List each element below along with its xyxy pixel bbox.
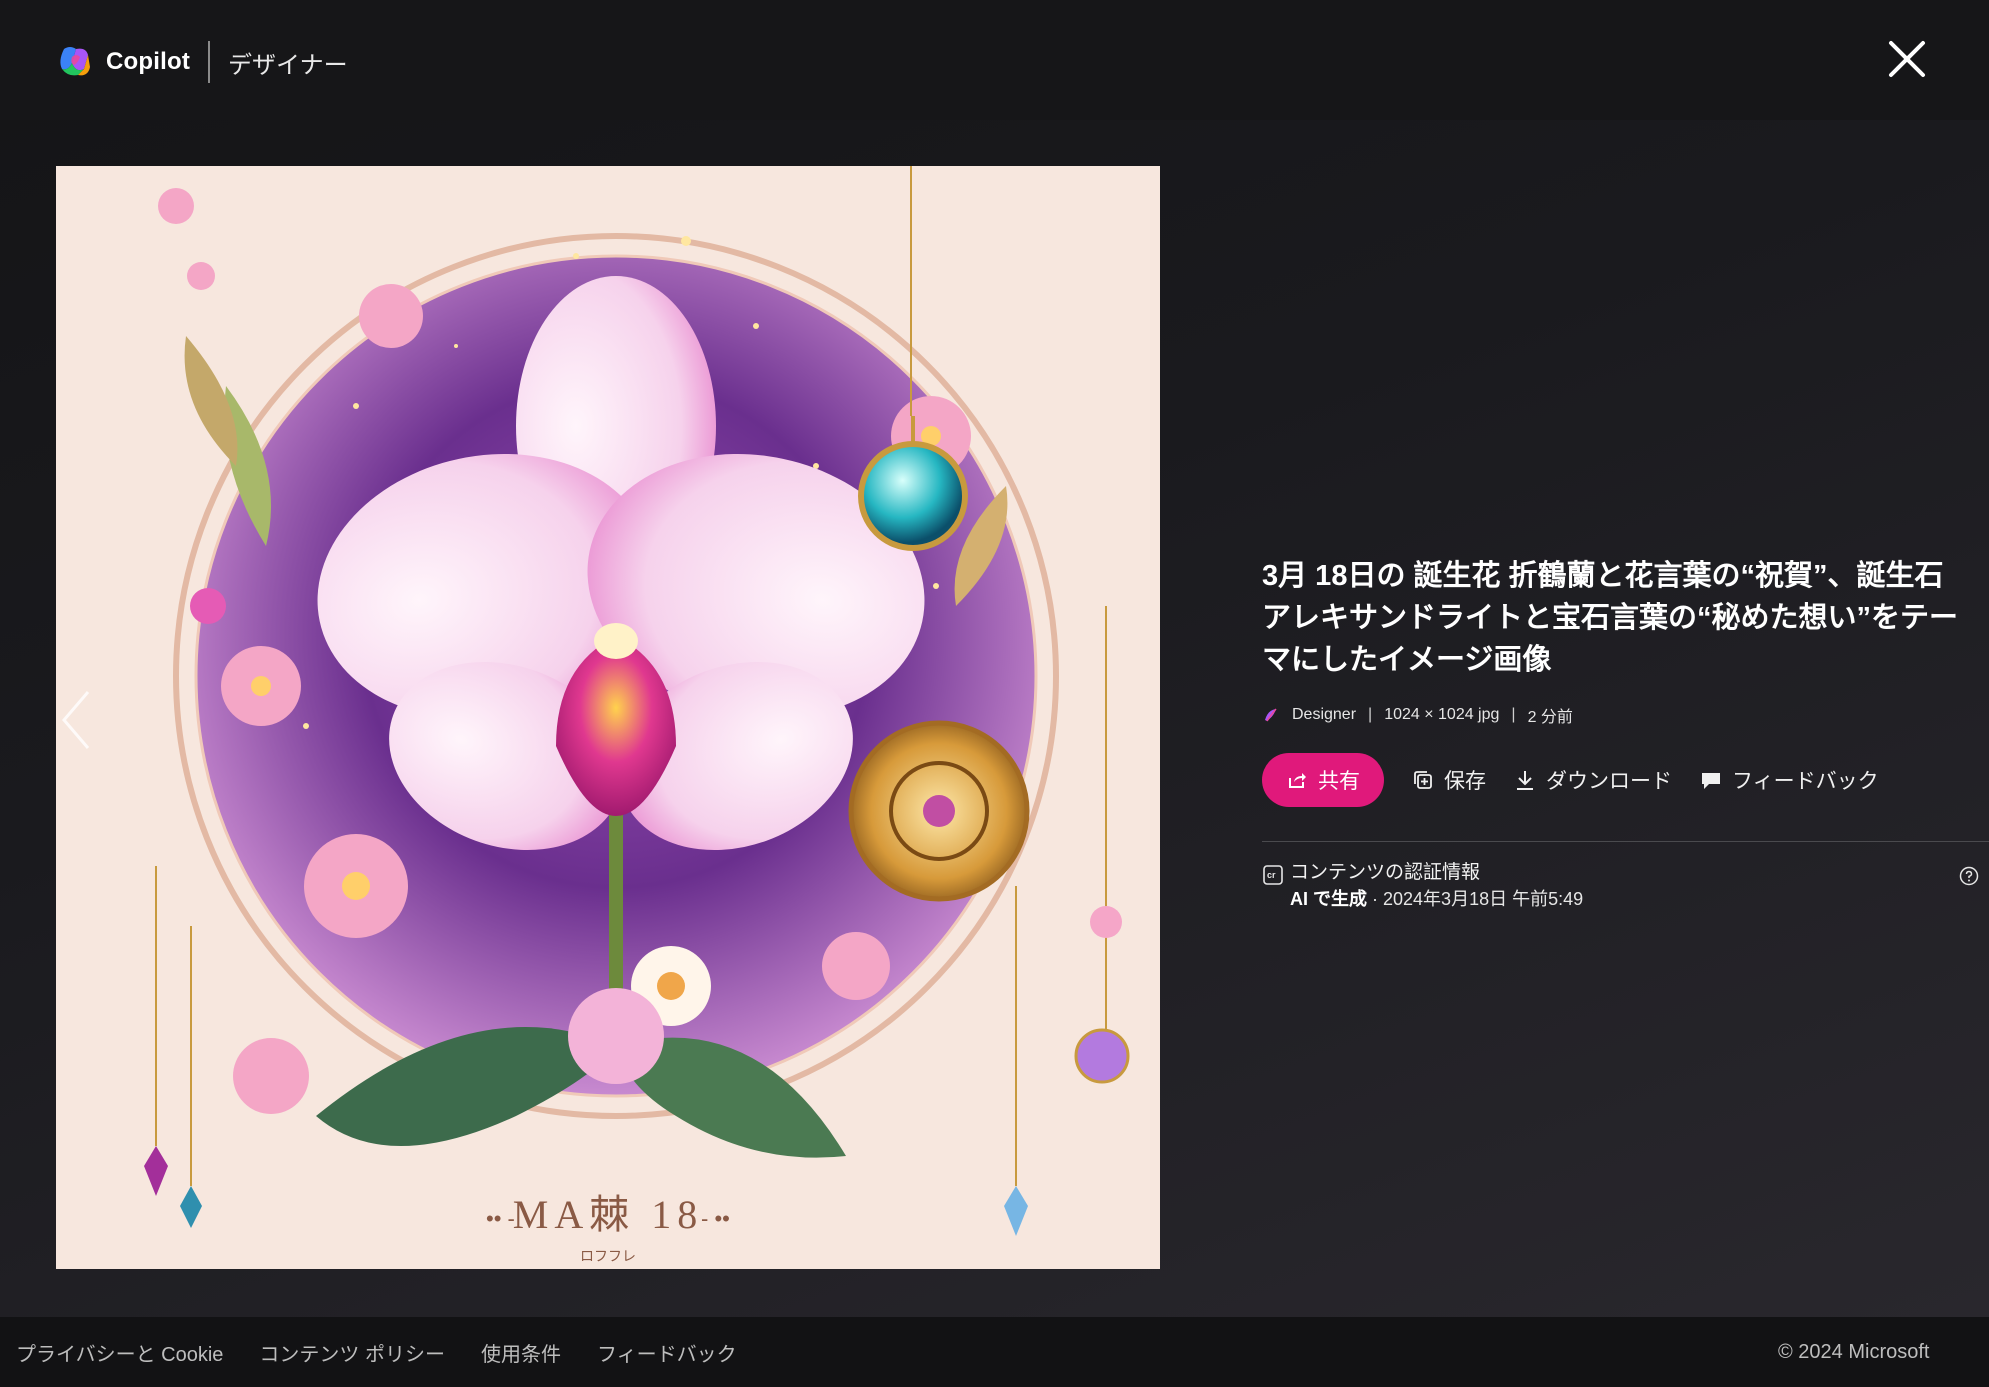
product-name: デザイナー	[228, 51, 348, 79]
caption-ornament-right: - ••	[701, 1206, 730, 1231]
chevron-left-icon[interactable]	[58, 688, 94, 752]
divider	[1262, 841, 1989, 842]
footer-link-content-policy[interactable]: コンテンツ ポリシー	[259, 1338, 445, 1367]
copyright: © 2024 Microsoft	[1778, 1341, 1930, 1363]
download-icon	[1517, 771, 1533, 790]
footer-link-feedback[interactable]: フィードバック	[597, 1338, 737, 1367]
share-button[interactable]: 共有	[1262, 753, 1384, 807]
image-caption: MA棘 18	[513, 1192, 703, 1237]
image-meta: Designer | 1024 × 1024 jpg | 2 分前	[1262, 703, 1972, 727]
meta-size: 1024 × 1024 jpg	[1384, 706, 1500, 723]
meta-age: 2 分前	[1527, 709, 1573, 726]
credentials-detail: AI で生成 · 2024年3月18日 午前5:49	[1290, 886, 1583, 912]
orchid-illustration: MA棘 18 ロフフレ •• - - ••	[56, 166, 1160, 1269]
copilot-logo-icon	[60, 47, 90, 76]
designer-icon	[1265, 708, 1277, 722]
credentials-date: · 2024年3月18日 午前5:49	[1367, 889, 1584, 909]
content-credentials-icon: cr	[1263, 865, 1283, 885]
footer-link-privacy[interactable]: プライバシーと Cookie	[16, 1338, 223, 1367]
download-button[interactable]: ダウンロード	[1514, 765, 1672, 795]
caption-ornament-left: •• -	[486, 1206, 515, 1231]
save-collection-icon	[1414, 771, 1432, 789]
brand[interactable]: Copilot デザイナー	[56, 41, 348, 83]
credentials-title: コンテンツの認証情報	[1290, 862, 1481, 883]
info-panel: 3月 18日の 誕生花 折鶴蘭と花言葉の“祝賀”、誕生石アレキサンドライトと宝石…	[1262, 555, 1989, 912]
share-label: 共有	[1318, 770, 1360, 793]
feedback-button[interactable]: フィードバック	[1700, 765, 1879, 795]
save-button[interactable]: 保存	[1412, 765, 1486, 795]
svg-text:cr: cr	[1267, 870, 1276, 880]
close-icon[interactable]	[1884, 36, 1930, 82]
content-credentials: cr コンテンツの認証情報 AI で生成 · 2024年3月18日 午前5:49	[1262, 860, 1989, 912]
image-caption-sub: ロフフレ	[580, 1250, 636, 1265]
footer-link-terms[interactable]: 使用条件	[481, 1338, 561, 1367]
meta-separator: |	[1368, 706, 1373, 723]
brand-name: Copilot	[106, 48, 191, 75]
meta-source: Designer	[1292, 706, 1357, 723]
save-label: 保存	[1444, 770, 1486, 793]
app-header: Copilot デザイナー	[0, 0, 1989, 120]
share-icon	[1289, 773, 1306, 788]
footer: プライバシーと Cookie コンテンツ ポリシー 使用条件 フィードバック ©…	[0, 1317, 1989, 1387]
brand-divider	[208, 41, 211, 83]
action-bar: 共有 保存 ダウンロード フィードバック	[1262, 753, 1972, 807]
download-label: ダウンロード	[1546, 770, 1672, 793]
ai-generated-label: AI で生成	[1290, 889, 1368, 909]
image-title: 3月 18日の 誕生花 折鶴蘭と花言葉の“祝賀”、誕生石アレキサンドライトと宝石…	[1262, 560, 1959, 676]
feedback-icon	[1702, 773, 1720, 789]
feedback-label: フィードバック	[1732, 770, 1879, 793]
generated-image[interactable]: MA棘 18 ロフフレ •• - - ••	[56, 166, 1160, 1269]
help-icon[interactable]	[1959, 866, 1979, 886]
meta-separator: |	[1511, 706, 1516, 723]
